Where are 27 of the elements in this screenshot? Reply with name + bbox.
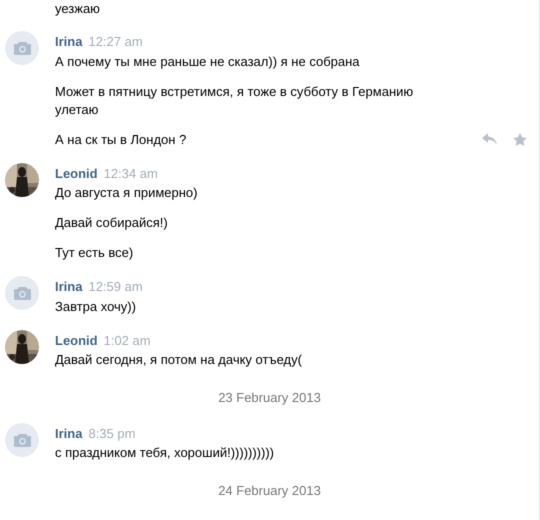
message-text: Давай собирайся!) [55, 214, 168, 232]
message-text: Давай сегодня, я потом на дачку отъеду( [55, 351, 302, 369]
message-text: Может в пятницу встретимся, я тоже в субботу в Германию улетаю [55, 82, 414, 118]
message-time: 12:59 am [88, 278, 143, 296]
message-text: Завтра хочу)) [55, 298, 136, 316]
message-time: 8:35 pm [88, 424, 136, 443]
author-name[interactable]: Irina [55, 32, 82, 52]
author-name[interactable]: Leonid [55, 164, 98, 183]
author-name[interactable]: Leonid [55, 330, 98, 350]
message-time: 12:27 am [88, 33, 143, 51]
star-icon[interactable] [513, 132, 527, 146]
message-text: с праздником тебя, хороший!)))))))))) [55, 444, 274, 462]
message-time: 1:02 am [104, 332, 151, 350]
camera-icon [14, 432, 30, 446]
author-name[interactable]: Irina [55, 277, 82, 296]
message-text: До августа я примерно) [55, 184, 198, 202]
message-text: А на ск ты в Лондон ? [55, 130, 186, 148]
date-divider: 24 February 2013 [218, 482, 321, 500]
reply-icon[interactable] [482, 133, 497, 145]
message-time: 12:34 am [104, 164, 158, 182]
author-name[interactable]: Irina [55, 424, 82, 443]
message-text: уезжаю [55, 0, 100, 18]
camera-icon [14, 41, 30, 55]
date-divider: 23 February 2013 [218, 389, 321, 407]
camera-icon [14, 286, 30, 300]
message-text: А почему ты мне раньше не сказал)) я не собрана [55, 52, 360, 70]
message-text: Тут есть все) [55, 244, 134, 262]
